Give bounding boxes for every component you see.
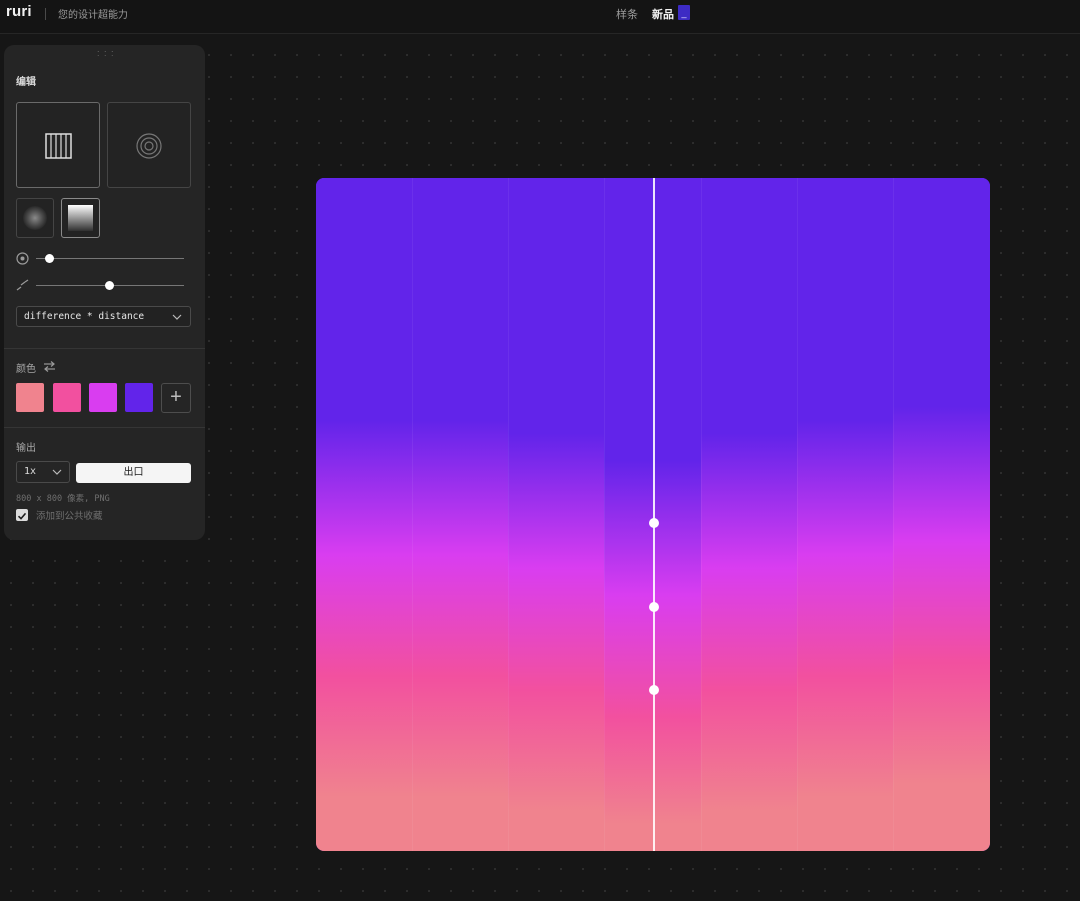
export-button[interactable]: 出口 <box>76 463 191 483</box>
mode-rings-button[interactable] <box>107 102 191 188</box>
gradient-strip <box>508 178 604 851</box>
logo-divider <box>45 8 46 20</box>
logo[interactable]: ruri <box>6 3 32 20</box>
texture-gradient-button[interactable] <box>61 198 100 238</box>
output-section-title: 输出 <box>16 443 36 454</box>
strip-divider <box>604 178 605 851</box>
stepped-lines-icon <box>16 279 29 291</box>
radius-slider-knob[interactable] <box>45 254 54 263</box>
texture-blur-button[interactable] <box>16 198 54 238</box>
output-meta: 800 x 800 像素, PNG <box>16 494 110 504</box>
mode-strips-button[interactable] <box>16 102 100 188</box>
add-color-button[interactable]: + <box>161 383 191 413</box>
concentric-rings-icon <box>136 133 162 159</box>
control-panel: : : : 编辑 difference * distance 颜色 + 输出 1… <box>4 45 205 540</box>
radius-icon <box>16 252 29 265</box>
gradient-guide-line[interactable] <box>653 178 655 851</box>
public-collection-checkbox[interactable] <box>16 509 28 521</box>
divider <box>4 348 205 349</box>
blur-texture-icon <box>23 206 47 230</box>
color-stop-handle[interactable] <box>649 685 659 695</box>
divider <box>4 427 205 428</box>
edit-section-title: 编辑 <box>16 77 36 88</box>
scale-select[interactable]: 1x <box>16 461 70 483</box>
tagline: 您的设计超能力 <box>58 10 128 21</box>
radius-slider-track[interactable] <box>36 258 184 259</box>
nav-new[interactable]: 新品 <box>652 6 674 22</box>
public-collection-label: 添加到公共收藏 <box>36 511 103 522</box>
color-stop-handle[interactable] <box>649 602 659 612</box>
top-bar: ruri 您的设计超能力 样条 新品 _ <box>0 0 1080 34</box>
swap-icon[interactable] <box>43 361 56 372</box>
blend-mode-value: difference * distance <box>24 311 145 322</box>
gradient-strip <box>797 178 893 851</box>
strip-divider <box>412 178 413 851</box>
blend-mode-select[interactable]: difference * distance <box>16 306 191 327</box>
color-swatch[interactable] <box>16 383 44 412</box>
scale-value: 1x <box>24 466 37 477</box>
strip-divider <box>508 178 509 851</box>
color-swatch[interactable] <box>125 383 153 412</box>
gradient-strip <box>412 178 508 851</box>
gradient-strip <box>316 178 412 851</box>
strip-divider <box>893 178 894 851</box>
new-badge: _ <box>678 5 690 20</box>
checkmark-icon <box>17 512 27 520</box>
gradient-canvas[interactable] <box>316 178 990 851</box>
chevron-down-icon <box>172 314 182 320</box>
steps-slider-knob[interactable] <box>105 281 114 290</box>
drag-handle-icon[interactable]: : : : <box>97 48 115 58</box>
strip-divider <box>797 178 798 851</box>
chevron-down-icon <box>52 469 62 475</box>
gradient-strip <box>701 178 797 851</box>
color-swatch[interactable] <box>89 383 117 412</box>
gradient-strip <box>893 178 990 851</box>
color-stop-handle[interactable] <box>649 518 659 528</box>
vertical-strips-icon <box>45 133 72 159</box>
nav-splines[interactable]: 样条 <box>616 6 638 22</box>
linear-gradient-texture-icon <box>68 205 93 231</box>
colors-section-title: 颜色 <box>16 364 36 375</box>
color-swatch[interactable] <box>53 383 81 412</box>
strip-divider <box>701 178 702 851</box>
